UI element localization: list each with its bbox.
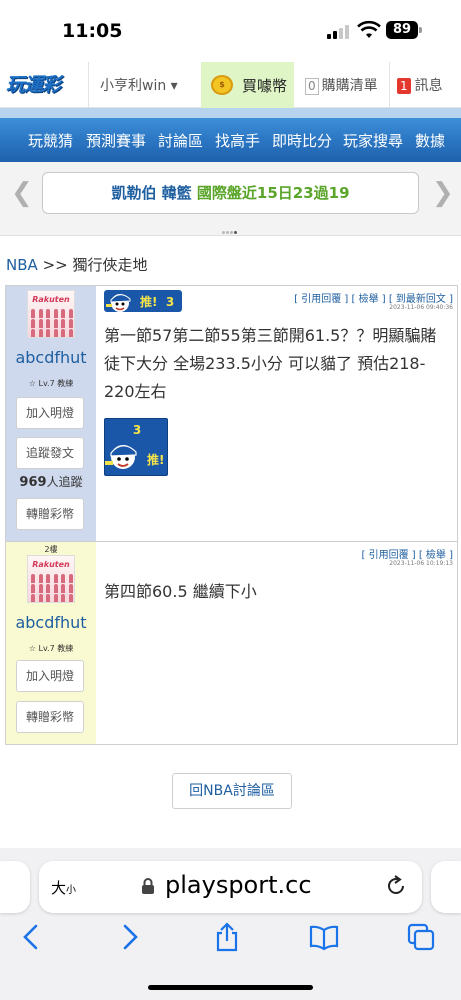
- forward-icon[interactable]: [115, 922, 145, 952]
- breadcrumb-current: 獨行俠走地: [72, 256, 148, 274]
- follower-number: 969: [19, 475, 47, 490]
- messages-label: 訊息: [414, 78, 443, 94]
- ticker-carousel: ❮ 凱勒伯 韓籃 國際盤近15日23過19 ❯: [0, 162, 461, 236]
- forum-post: 2樓 Rakuten abcdfhut ☆ Lv.7 教練 加入明燈 轉贈彩幣 …: [5, 542, 458, 745]
- bookmarks-icon[interactable]: [309, 922, 339, 952]
- ticker-banner[interactable]: 凱勒伯 韓籃 國際盤近15日23過19: [42, 172, 419, 214]
- push-button-count: 3: [132, 423, 142, 437]
- post-content: 第一節57第二節55第三節開61.5？？明顯騙賭徒下大分 全場233.5小分 可…: [104, 326, 437, 401]
- nav-item-livescore[interactable]: 即時比分: [272, 130, 332, 151]
- nav-item-predict[interactable]: 預測賽事: [86, 130, 146, 151]
- push-count-badge: 推! 3: [104, 290, 182, 312]
- main-nav: 玩競猜 預測賽事 討論區 找高手 即時比分 玩家搜尋 數據: [0, 108, 461, 162]
- home-indicator: [148, 985, 313, 990]
- wifi-icon: [357, 20, 381, 38]
- follower-count: 969人追蹤: [6, 473, 96, 490]
- nav-item-forum[interactable]: 討論區: [158, 130, 203, 151]
- coin-icon: $: [211, 75, 233, 95]
- lock-icon: [142, 878, 154, 894]
- push-label: 推!: [140, 295, 158, 309]
- post-timestamp: 2023-11-06 10:19:13: [389, 560, 453, 567]
- cart-count-badge: 0: [305, 78, 319, 95]
- gift-coins-button[interactable]: 轉贈彩幣: [16, 498, 84, 530]
- add-mentor-button[interactable]: 加入明燈: [16, 397, 84, 429]
- post-content: 第四節60.5 繼續下小: [104, 582, 257, 601]
- chevron-left-icon[interactable]: ❮: [11, 178, 33, 208]
- push-button[interactable]: 3 推!: [104, 418, 168, 476]
- battery-icon: 89: [386, 21, 418, 39]
- prev-tab-preview[interactable]: [0, 861, 30, 913]
- text-size-button[interactable]: 大小: [51, 877, 76, 898]
- next-tab-preview[interactable]: [431, 861, 461, 913]
- avatar[interactable]: Rakuten: [27, 290, 75, 338]
- breadcrumb-separator: >>: [42, 256, 68, 274]
- status-bar: 11:05 89: [0, 0, 461, 62]
- floor-number: 2樓: [44, 545, 58, 554]
- header-divider: [88, 62, 89, 108]
- user-level: ☆ Lv.7 教練: [28, 379, 74, 388]
- breadcrumb: NBA >> 獨行俠走地: [6, 254, 148, 275]
- breadcrumb-nba-link[interactable]: NBA: [6, 256, 38, 274]
- tabs-icon[interactable]: [406, 922, 436, 952]
- carousel-dots: [222, 219, 238, 238]
- url-text: playsport.cc: [165, 871, 312, 899]
- message-count-badge: 1: [397, 78, 411, 94]
- signal-icon: [327, 24, 351, 39]
- address-bar[interactable]: 大小 playsport.cc: [39, 861, 422, 913]
- follower-suffix: 人追蹤: [46, 475, 83, 489]
- status-time: 11:05: [62, 20, 123, 42]
- post-tools[interactable]: [ 引用回覆 ] [ 檢舉 ] [ 到最新回文 ]: [294, 290, 453, 305]
- buy-coins-label: 買噱幣: [242, 77, 288, 95]
- site-logo[interactable]: 玩運彩: [6, 70, 74, 96]
- site-header: 玩運彩 小亨利win ▾ $ 買噱幣 0 購購清單 1 訊息: [0, 62, 461, 108]
- push-button-label: 推!: [147, 453, 165, 467]
- forum-post: Rakuten abcdfhut ☆ Lv.7 教練 加入明燈 追蹤發文 969…: [5, 285, 458, 542]
- track-posts-button[interactable]: 追蹤發文: [16, 437, 84, 469]
- gift-coins-button[interactable]: 轉贈彩幣: [16, 701, 84, 733]
- nav-item-guess[interactable]: 玩競猜: [28, 130, 73, 151]
- back-to-forum-button[interactable]: 回NBA討論區: [172, 773, 292, 809]
- nav-item-stats[interactable]: 數據: [415, 130, 445, 151]
- cart-link[interactable]: 0 購購清單: [305, 75, 378, 95]
- battery-tip: [419, 27, 422, 33]
- username[interactable]: abcdfhut: [6, 613, 96, 632]
- add-mentor-button[interactable]: 加入明燈: [16, 660, 84, 692]
- user-menu[interactable]: 小亨利win ▾: [100, 75, 178, 95]
- back-icon[interactable]: [16, 922, 46, 952]
- nav-item-experts[interactable]: 找高手: [215, 130, 260, 151]
- post-timestamp: 2023-11-06 09:40:36: [389, 304, 453, 311]
- cart-label: 購購清單: [321, 78, 378, 94]
- logo-text: 玩運彩: [6, 74, 61, 96]
- share-icon[interactable]: [212, 922, 242, 952]
- post-body: [ 引用回覆 ] [ 檢舉 ] 2023-11-06 10:19:13 第四節6…: [96, 542, 457, 744]
- reload-icon[interactable]: [385, 875, 407, 897]
- author-panel: Rakuten abcdfhut ☆ Lv.7 教練 加入明燈 追蹤發文 969…: [6, 286, 96, 541]
- nav-item-player-search[interactable]: 玩家搜尋: [343, 130, 403, 151]
- user-level: ☆ Lv.7 教練: [28, 644, 74, 653]
- username[interactable]: abcdfhut: [6, 348, 96, 367]
- push-count-text: 推! 3: [140, 293, 174, 310]
- ticker-text: 國際盤近15日23過19: [196, 184, 350, 202]
- messages-link[interactable]: 1 訊息: [397, 75, 443, 95]
- text-size-large: 大: [51, 879, 67, 897]
- push-count: 3: [165, 295, 175, 309]
- post-body: 推! 3 [ 引用回覆 ] [ 檢舉 ] [ 到最新回文 ] 2023-11-0…: [96, 286, 457, 541]
- chevron-right-icon[interactable]: ❯: [432, 178, 454, 208]
- author-panel: 2樓 Rakuten abcdfhut ☆ Lv.7 教練 加入明燈 轉贈彩幣: [6, 542, 96, 744]
- buy-coins-button[interactable]: $ 買噱幣: [201, 62, 294, 108]
- header-divider: [389, 62, 390, 108]
- mascot-icon: [106, 294, 131, 312]
- ticker-team: 凱勒伯 韓籃: [111, 184, 192, 202]
- post-tools[interactable]: [ 引用回覆 ] [ 檢舉 ]: [362, 546, 454, 561]
- mascot-icon: [105, 445, 137, 469]
- text-size-small: 小: [66, 885, 77, 896]
- avatar[interactable]: Rakuten: [27, 555, 75, 603]
- browser-toolbar: 大小 playsport.cc: [0, 848, 461, 1000]
